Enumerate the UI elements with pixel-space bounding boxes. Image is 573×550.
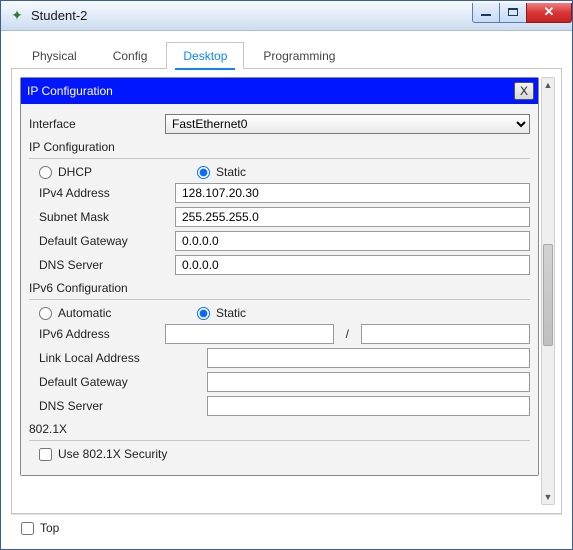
top-checkbox-input[interactable] — [21, 522, 34, 535]
ip-config-title: IP Configuration — [27, 84, 514, 98]
ipv4-dns-input[interactable] — [175, 255, 530, 275]
tab-panel: IP Configuration X Interface FastEtherne… — [11, 69, 562, 514]
ipv4-address-input[interactable] — [175, 183, 530, 203]
static-radio[interactable]: Static — [197, 165, 347, 179]
ipv6-gateway-input[interactable] — [207, 372, 530, 392]
maximize-icon — [508, 8, 518, 16]
use-8021x-checkbox[interactable]: Use 802.1X Security — [39, 447, 167, 461]
titlebar[interactable]: ✦ Student-2 ✕ — [1, 1, 572, 31]
subnet-mask-input[interactable] — [175, 207, 530, 227]
window-title: Student-2 — [31, 8, 473, 23]
close-button[interactable]: ✕ — [526, 3, 572, 23]
ipv4-gateway-label: Default Gateway — [39, 234, 167, 248]
app-window: ✦ Student-2 ✕ Physical Config Desktop Pr… — [0, 0, 573, 550]
ipv6-gateway-label: Default Gateway — [39, 375, 199, 389]
dot1x-group-title: 802.1X — [29, 422, 530, 436]
scroll-down-button[interactable]: ▼ — [542, 490, 554, 504]
dhcp-radio[interactable]: DHCP — [39, 165, 189, 179]
divider — [29, 299, 530, 300]
interface-select[interactable]: FastEthernet0 — [165, 114, 530, 134]
ip-config-close-button[interactable]: X — [514, 82, 534, 100]
automatic-radio[interactable]: Automatic — [39, 306, 189, 320]
tab-config[interactable]: Config — [96, 42, 165, 69]
ipv6-static-radio-input[interactable] — [197, 307, 210, 320]
link-local-input[interactable] — [207, 348, 530, 368]
footer: Top — [11, 514, 562, 543]
scroll-area: IP Configuration X Interface FastEtherne… — [20, 77, 539, 505]
scroll-thumb[interactable] — [543, 244, 553, 346]
top-checkbox[interactable]: Top — [21, 521, 59, 535]
ipv6-dns-input[interactable] — [207, 396, 530, 416]
ipv4-address-label: IPv4 Address — [39, 186, 167, 200]
ipv4-gateway-input[interactable] — [175, 231, 530, 251]
prefix-separator: / — [342, 327, 353, 341]
tabstrip: Physical Config Desktop Programming — [11, 41, 562, 69]
vertical-scrollbar[interactable]: ▲ ▼ — [541, 77, 555, 505]
close-icon: ✕ — [544, 4, 555, 20]
ipv4-group-title: IP Configuration — [29, 140, 530, 154]
ip-config-titlebar[interactable]: IP Configuration X — [21, 78, 538, 104]
interface-label: Interface — [29, 117, 157, 131]
client-area: Physical Config Desktop Programming IP C… — [1, 31, 572, 549]
scroll-up-button[interactable]: ▲ — [542, 78, 554, 92]
divider — [29, 158, 530, 159]
scroll-track[interactable] — [543, 94, 553, 488]
tab-desktop[interactable]: Desktop — [166, 42, 244, 69]
ipv6-static-radio[interactable]: Static — [197, 306, 347, 320]
link-local-label: Link Local Address — [39, 351, 199, 365]
ip-config-body: Interface FastEthernet0 IP Configuration… — [21, 104, 538, 475]
ip-config-window: IP Configuration X Interface FastEtherne… — [20, 77, 539, 476]
tab-programming[interactable]: Programming — [246, 42, 352, 69]
window-buttons: ✕ — [473, 3, 572, 23]
divider — [29, 440, 530, 441]
app-icon: ✦ — [9, 8, 25, 24]
static-radio-input[interactable] — [197, 166, 210, 179]
automatic-radio-input[interactable] — [39, 307, 52, 320]
maximize-button[interactable] — [499, 3, 527, 23]
automatic-radio-label: Automatic — [58, 306, 111, 320]
top-checkbox-label: Top — [40, 521, 59, 535]
ipv6-address-input[interactable] — [165, 324, 334, 344]
dhcp-radio-input[interactable] — [39, 166, 52, 179]
use-8021x-checkbox-input[interactable] — [39, 448, 52, 461]
ipv6-address-label: IPv6 Address — [39, 327, 157, 341]
ipv4-dns-label: DNS Server — [39, 258, 167, 272]
static-radio-label: Static — [216, 165, 246, 179]
subnet-mask-label: Subnet Mask — [39, 210, 167, 224]
ipv6-dns-label: DNS Server — [39, 399, 199, 413]
minimize-button[interactable] — [472, 3, 500, 23]
ipv6-group-title: IPv6 Configuration — [29, 281, 530, 295]
ipv6-prefix-input[interactable] — [361, 324, 530, 344]
ipv6-static-radio-label: Static — [216, 306, 246, 320]
minimize-icon — [481, 14, 491, 16]
tab-physical[interactable]: Physical — [15, 42, 94, 69]
use-8021x-label: Use 802.1X Security — [58, 447, 167, 461]
dhcp-radio-label: DHCP — [58, 165, 92, 179]
